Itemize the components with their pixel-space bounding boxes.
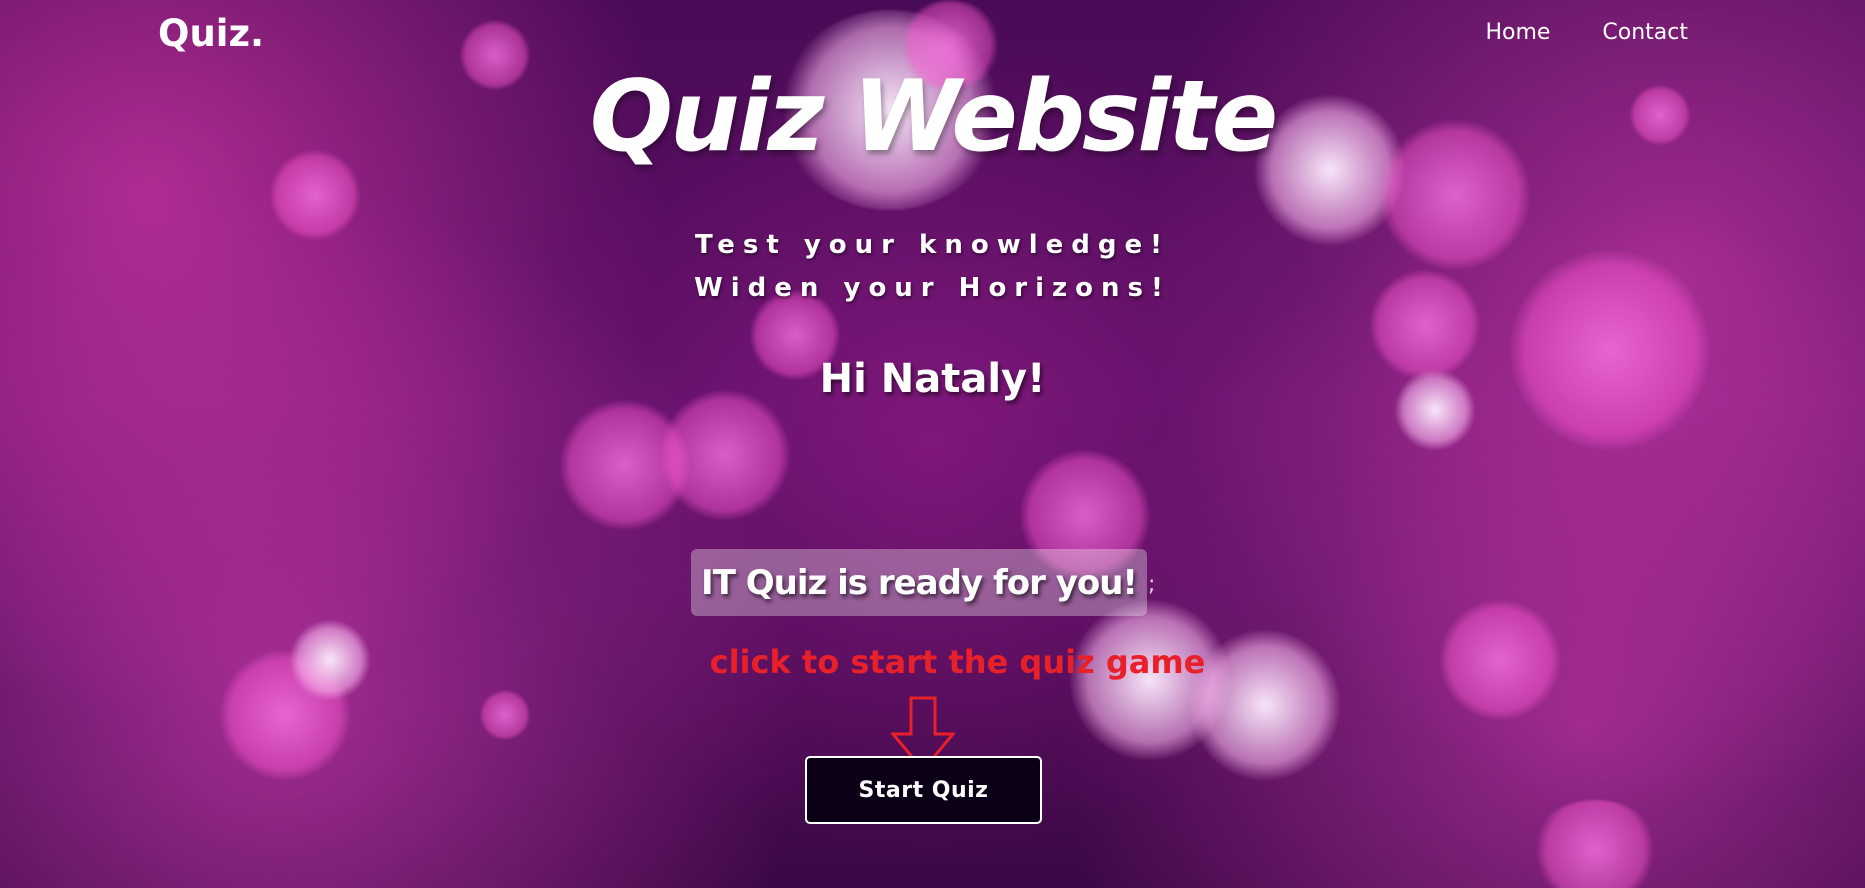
start-quiz-button[interactable]: Start Quiz xyxy=(805,756,1042,824)
tagline-line-2: Widen your Horizons! xyxy=(694,273,1171,303)
start-hint-annotation: click to start the quiz game xyxy=(709,643,1206,681)
nav-link-home[interactable]: Home xyxy=(1485,20,1550,45)
site-logo[interactable]: Quiz. xyxy=(158,12,264,55)
page-title: Quiz Website xyxy=(589,60,1279,174)
tagline-line-1: Test your knowledge! xyxy=(694,230,1170,260)
quiz-ready-panel: IT Quiz is ready for you! xyxy=(691,549,1147,616)
stray-semicolon: ; xyxy=(1148,572,1156,597)
quiz-ready-text: IT Quiz is ready for you! xyxy=(691,549,1147,616)
user-greeting: Hi Nataly! xyxy=(819,356,1046,402)
nav-links: Home Contact xyxy=(1485,20,1688,45)
nav-link-contact[interactable]: Contact xyxy=(1602,20,1688,45)
